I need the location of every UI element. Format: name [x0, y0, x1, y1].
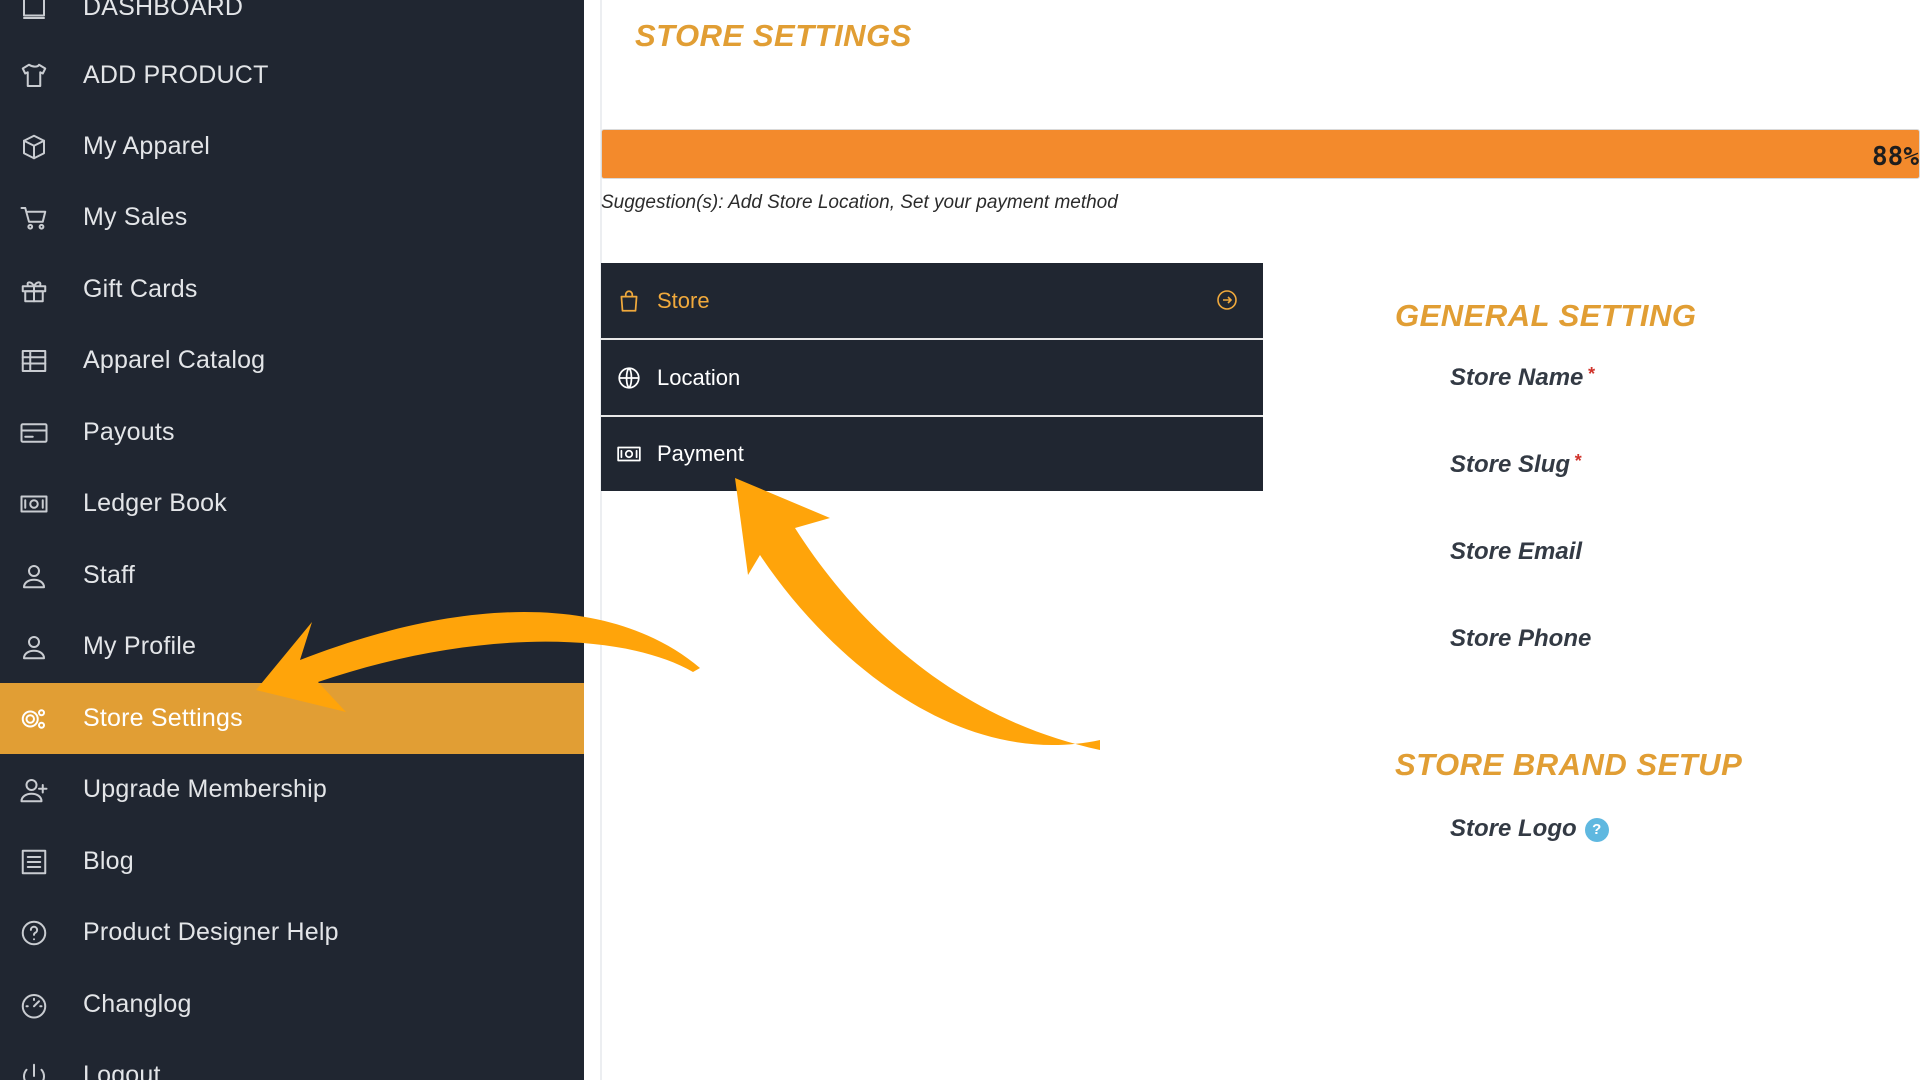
power-icon: [18, 1060, 50, 1080]
sidebar-item-my-profile[interactable]: My Profile: [0, 611, 584, 682]
gauge-icon: [18, 989, 50, 1021]
sidebar-item-product-designer-help[interactable]: Product Designer Help: [0, 897, 584, 968]
tab-label: Payment: [657, 441, 744, 466]
tshirt-icon: [18, 60, 50, 92]
sidebar-item-label: Apparel Catalog: [83, 346, 266, 374]
sidebar: DASHBOARD ADD PRODUCT My Apparel My Sale…: [0, 0, 584, 1080]
sidebar-item-label: Changlog: [83, 990, 192, 1018]
field-label-text: Store Slug: [1450, 451, 1571, 478]
bag-icon: [615, 287, 643, 315]
field-label-text: Store Logo: [1450, 815, 1577, 842]
sidebar-item-upgrade-membership[interactable]: Upgrade Membership: [0, 754, 584, 825]
sidebar-item-changlog[interactable]: Changlog: [0, 969, 584, 1040]
store-name-label: Store Name *: [1450, 364, 1594, 392]
sidebar-item-label: My Profile: [83, 632, 197, 660]
sidebar-item-label: Logout: [83, 1061, 161, 1080]
sidebar-item-ledger-book[interactable]: Ledger Book: [0, 468, 584, 539]
sidebar-item-my-apparel[interactable]: My Apparel: [0, 111, 584, 182]
required-marker: *: [1574, 451, 1582, 471]
sidebar-item-label: My Apparel: [83, 132, 211, 160]
store-brand-setup-heading: STORE BRAND SETUP: [1395, 747, 1743, 782]
sidebar-item-store-settings[interactable]: Store Settings: [0, 683, 584, 754]
money-icon: [615, 440, 643, 468]
user-icon: [18, 560, 50, 592]
sidebar-item-apparel-catalog[interactable]: Apparel Catalog: [0, 325, 584, 396]
user-plus-icon: [18, 774, 50, 806]
sidebar-item-dashboard[interactable]: DASHBOARD: [0, 0, 584, 43]
box-icon: [18, 131, 50, 163]
sidebar-item-logout[interactable]: Logout: [0, 1040, 584, 1080]
question-icon: [18, 917, 50, 949]
field-label-text: Store Name: [1450, 364, 1584, 391]
tab-store[interactable]: Store: [601, 263, 1263, 340]
sidebar-item-label: Product Designer Help: [83, 918, 339, 946]
sidebar-item-label: Payouts: [83, 418, 175, 446]
cart-icon: [18, 202, 50, 234]
list-icon: [18, 846, 50, 878]
tab-location[interactable]: Location: [601, 340, 1263, 417]
table-icon: [18, 345, 50, 377]
general-setting-heading: GENERAL SETTING: [1395, 298, 1697, 333]
sidebar-item-label: Gift Cards: [83, 275, 198, 303]
arrow-circle-right-icon: [1215, 288, 1241, 314]
credit-card-icon: [18, 417, 50, 449]
store-email-label: Store Email: [1450, 538, 1583, 565]
sidebar-item-label: ADD PRODUCT: [83, 61, 269, 89]
sidebar-item-label: Staff: [83, 561, 135, 589]
required-marker: *: [1587, 364, 1595, 384]
store-slug-label: Store Slug *: [1450, 451, 1581, 479]
progress-percent: 88%: [1872, 142, 1919, 172]
tab-label: Location: [657, 364, 741, 390]
progress-suggestion: Suggestion(s): Add Store Location, Set y…: [601, 192, 1118, 213]
sidebar-item-label: Upgrade Membership: [83, 775, 327, 803]
store-phone-label: Store Phone: [1450, 625, 1592, 652]
sidebar-item-label: Blog: [83, 847, 134, 875]
tab-label: Store: [657, 287, 710, 313]
sidebar-item-label: Ledger Book: [83, 489, 227, 517]
page-title: STORE SETTINGS: [635, 18, 912, 53]
gift-icon: [18, 274, 50, 306]
help-icon[interactable]: ?: [1584, 817, 1609, 842]
store-logo-label: Store Logo?: [1450, 815, 1609, 843]
sidebar-item-add-product[interactable]: ADD PRODUCT: [0, 40, 584, 111]
money-icon: [18, 488, 50, 520]
sidebar-item-staff[interactable]: Staff: [0, 540, 584, 611]
globe-icon: [615, 364, 643, 392]
profile-progress-bar: 88%: [601, 129, 1920, 179]
sidebar-item-blog[interactable]: Blog: [0, 826, 584, 897]
tab-payment[interactable]: Payment: [601, 417, 1263, 491]
sidebar-item-label: My Sales: [83, 203, 188, 231]
sidebar-item-label: Store Settings: [83, 704, 243, 732]
dashboard-icon: [18, 0, 50, 24]
sidebar-item-payouts[interactable]: Payouts: [0, 397, 584, 468]
sidebar-item-gift-cards[interactable]: Gift Cards: [0, 254, 584, 325]
settings-tabs: Store Location Payment: [601, 263, 1263, 491]
user-icon: [18, 631, 50, 663]
sidebar-item-label: DASHBOARD: [83, 0, 244, 21]
sidebar-item-my-sales[interactable]: My Sales: [0, 182, 584, 253]
gears-icon: [18, 703, 50, 735]
